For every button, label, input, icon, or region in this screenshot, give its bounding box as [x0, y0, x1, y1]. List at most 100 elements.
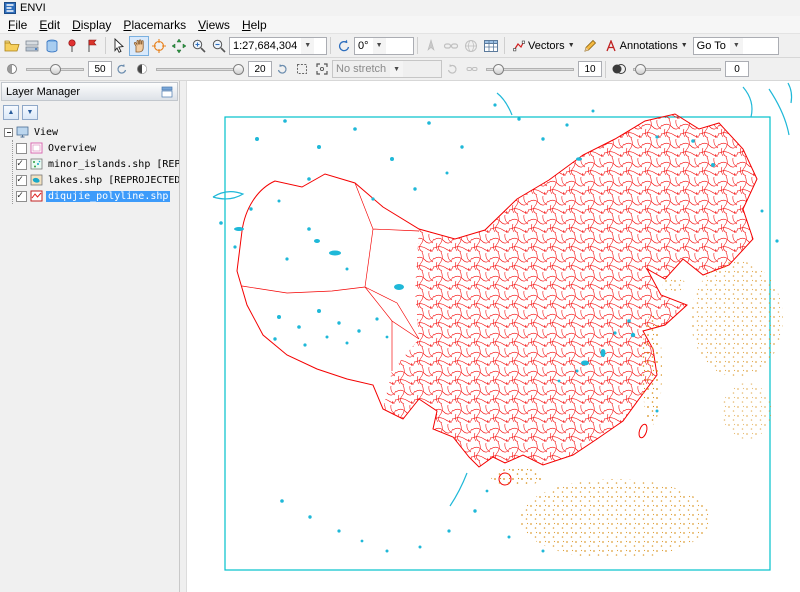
refresh-ccw-icon [116, 63, 128, 75]
stretch-link-button[interactable] [462, 59, 482, 79]
rotation-value: 0° [358, 40, 369, 52]
north-arrow-button[interactable] [421, 36, 441, 56]
slider-handle[interactable] [233, 64, 244, 75]
slider-handle[interactable] [493, 64, 504, 75]
map-view[interactable] [187, 81, 800, 592]
vectors-dropdown-button[interactable]: Vectors ▼ [508, 36, 580, 56]
dashed-box-icon [296, 63, 308, 75]
attribute-table-button[interactable] [481, 36, 501, 56]
crosshair-tool-button[interactable] [149, 36, 169, 56]
refresh-left-button[interactable] [112, 59, 132, 79]
layer-row-overview[interactable]: Overview [16, 140, 179, 156]
move-layer-up-button[interactable]: ▲ [3, 105, 19, 120]
layer-row-diqujie-polyline[interactable]: diqujie_polyline.shp [16, 188, 179, 204]
dashed-extent-button[interactable] [292, 59, 312, 79]
database-button[interactable] [42, 36, 62, 56]
province-boundaries-west [242, 183, 419, 371]
chevron-down-icon[interactable]: ▼ [373, 38, 386, 54]
select-tool-button[interactable] [109, 36, 129, 56]
stretch-refresh-button[interactable] [442, 59, 462, 79]
flag-icon [84, 38, 100, 54]
geographic-link-button[interactable] [461, 36, 481, 56]
fly-tool-button[interactable] [169, 36, 189, 56]
placemark-flag-button[interactable] [82, 36, 102, 56]
folder-open-icon [4, 38, 20, 54]
tree-root-label: View [32, 127, 60, 138]
contrast-value[interactable]: 20 [248, 61, 272, 77]
panel-splitter[interactable] [180, 81, 187, 592]
lakes-layer-icon [30, 174, 43, 186]
transparency-button[interactable] [609, 59, 629, 79]
sharpen-value[interactable]: 10 [578, 61, 602, 77]
link-views-button[interactable] [441, 36, 461, 56]
brightness-button[interactable] [2, 59, 22, 79]
refresh-button[interactable] [272, 59, 292, 79]
layer-checkbox[interactable] [16, 175, 27, 186]
contrast-button[interactable] [132, 59, 152, 79]
adjust-toolbar: 50 20 [0, 58, 800, 81]
rotate-ccw-icon [336, 38, 352, 54]
chevron-down-icon: ▼ [681, 42, 688, 49]
open-file-button[interactable] [2, 36, 22, 56]
zoom-out-icon [211, 38, 227, 54]
menu-edit[interactable]: Edit [33, 17, 66, 33]
layer-checkbox[interactable] [16, 159, 27, 170]
tree-root-view[interactable]: View [4, 124, 179, 140]
transparency-value[interactable]: 0 [725, 61, 749, 77]
layer-checkbox[interactable] [16, 191, 27, 202]
link-icon [466, 63, 478, 75]
stretch-box-button[interactable] [312, 59, 332, 79]
stretch-value: No stretch [336, 63, 386, 75]
tree-children: Overview minor_islands.shp [REPROJECTED] [12, 140, 179, 204]
chevron-down-icon: ▼ [390, 61, 403, 77]
main-toolbar: 1:27,684,304 ▼ 0° ▼ [0, 34, 800, 58]
pencil-button[interactable] [580, 36, 600, 56]
title-bar[interactable]: ENVI [0, 0, 800, 16]
layer-row-minor-islands[interactable]: minor_islands.shp [REPROJECTED] [16, 156, 179, 172]
slider-handle[interactable] [50, 64, 61, 75]
window-title: ENVI [20, 2, 46, 14]
brightness-value[interactable]: 50 [88, 61, 112, 77]
envi-app-icon [4, 2, 16, 14]
annotations-dropdown-button[interactable]: Annotations ▼ [600, 36, 693, 56]
transparency-icon [611, 61, 627, 77]
zoom-in-button[interactable] [189, 36, 209, 56]
database-icon [44, 38, 60, 54]
collapse-icon[interactable] [4, 128, 13, 137]
slider-handle[interactable] [635, 64, 646, 75]
menu-views[interactable]: Views [192, 17, 236, 33]
brightness-slider[interactable] [26, 60, 84, 78]
data-manager-button[interactable] [22, 36, 42, 56]
chevron-down-icon[interactable]: ▼ [301, 38, 314, 54]
panel-menu-icon[interactable] [161, 86, 173, 98]
zoom-out-button[interactable] [209, 36, 229, 56]
chevron-down-icon[interactable]: ▼ [730, 38, 743, 54]
rotate-button[interactable] [334, 36, 354, 56]
menu-help[interactable]: Help [236, 17, 273, 33]
rotation-combobox[interactable]: 0° ▼ [354, 37, 414, 55]
layer-manager-header[interactable]: Layer Manager [1, 82, 178, 101]
zoom-scale-combobox[interactable]: 1:27,684,304 ▼ [229, 37, 327, 55]
placemark-pin-button[interactable] [62, 36, 82, 56]
pan-hand-icon [131, 38, 147, 54]
menu-file[interactable]: File [2, 17, 33, 33]
layer-row-lakes[interactable]: lakes.shp [REPROJECTED] [16, 172, 179, 188]
menu-display[interactable]: Display [66, 17, 117, 33]
sharpen-slider[interactable] [486, 60, 574, 78]
move-layer-down-button[interactable]: ▼ [22, 105, 38, 120]
layer-manager-title: Layer Manager [6, 86, 80, 98]
cursor-arrow-icon [111, 38, 127, 54]
pan-tool-button[interactable] [129, 36, 149, 56]
refresh-cw-icon [446, 63, 458, 75]
goto-combobox[interactable]: Go To ▼ [693, 37, 779, 55]
layer-checkbox[interactable] [16, 143, 27, 154]
taiwan-island-outline [638, 423, 649, 438]
vectors-label: Vectors [528, 40, 565, 52]
slider-track [156, 68, 244, 71]
diqujie-layer-icon [30, 190, 43, 202]
transparency-slider[interactable] [633, 60, 721, 78]
stretch-combobox[interactable]: No stretch ▼ [332, 60, 442, 78]
contrast-slider[interactable] [156, 60, 244, 78]
menu-placemarks[interactable]: Placemarks [117, 17, 192, 33]
crosshair-icon [151, 38, 167, 54]
